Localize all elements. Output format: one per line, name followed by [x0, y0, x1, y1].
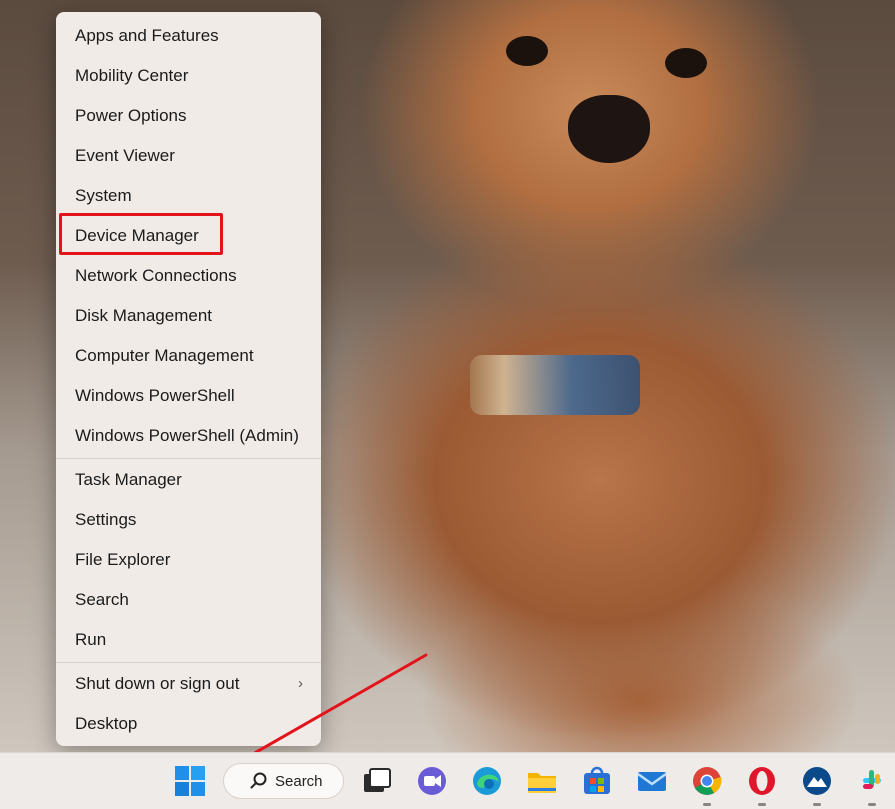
windows-start-icon[interactable] — [174, 765, 206, 797]
menu-item-windows-powershell[interactable]: Windows PowerShell — [56, 376, 321, 416]
menu-item-network-connections[interactable]: Network Connections — [56, 256, 321, 296]
menu-item-search[interactable]: Search — [56, 580, 321, 620]
slack-icon[interactable] — [856, 765, 888, 797]
dog-collar — [470, 355, 640, 415]
running-indicator — [703, 803, 711, 806]
running-indicator — [868, 803, 876, 806]
menu-separator — [56, 662, 321, 663]
menu-item-power-options[interactable]: Power Options — [56, 96, 321, 136]
menu-item-computer-management[interactable]: Computer Management — [56, 336, 321, 376]
menu-item-file-explorer[interactable]: File Explorer — [56, 540, 321, 580]
chrome-icon[interactable] — [691, 765, 723, 797]
search-label: Search — [275, 773, 323, 790]
menu-item-shut-down-or-sign-out[interactable]: Shut down or sign out › — [56, 664, 321, 704]
app-icon[interactable] — [801, 765, 833, 797]
menu-item-system[interactable]: System — [56, 176, 321, 216]
meet-video-icon[interactable] — [416, 765, 448, 797]
menu-item-desktop[interactable]: Desktop — [56, 704, 321, 744]
taskbar: Search — [0, 752, 895, 809]
dog-nose — [568, 95, 650, 163]
menu-item-mobility-center[interactable]: Mobility Center — [56, 56, 321, 96]
mail-icon[interactable] — [636, 765, 668, 797]
menu-item-label: Shut down or sign out — [75, 674, 240, 693]
dog-eye-right — [665, 48, 707, 78]
taskbar-search-box[interactable]: Search — [223, 763, 344, 799]
dog-eye-left — [506, 36, 548, 66]
menu-item-task-manager[interactable]: Task Manager — [56, 460, 321, 500]
chevron-right-icon: › — [298, 675, 303, 692]
edge-icon[interactable] — [471, 765, 503, 797]
running-indicator — [813, 803, 821, 806]
search-icon — [250, 772, 267, 789]
store-icon[interactable] — [581, 765, 613, 797]
menu-separator — [56, 458, 321, 459]
opera-icon[interactable] — [746, 765, 778, 797]
menu-item-device-manager[interactable]: Device Manager — [56, 216, 321, 256]
menu-item-event-viewer[interactable]: Event Viewer — [56, 136, 321, 176]
menu-item-disk-management[interactable]: Disk Management — [56, 296, 321, 336]
menu-item-windows-powershell-admin[interactable]: Windows PowerShell (Admin) — [56, 416, 321, 456]
menu-item-run[interactable]: Run — [56, 620, 321, 660]
running-indicator — [758, 803, 766, 806]
menu-item-apps-and-features[interactable]: Apps and Features — [56, 16, 321, 56]
menu-item-settings[interactable]: Settings — [56, 500, 321, 540]
file-explorer-icon[interactable] — [526, 765, 558, 797]
quick-link-menu: Apps and Features Mobility Center Power … — [56, 12, 321, 746]
task-view-icon[interactable] — [361, 765, 393, 797]
